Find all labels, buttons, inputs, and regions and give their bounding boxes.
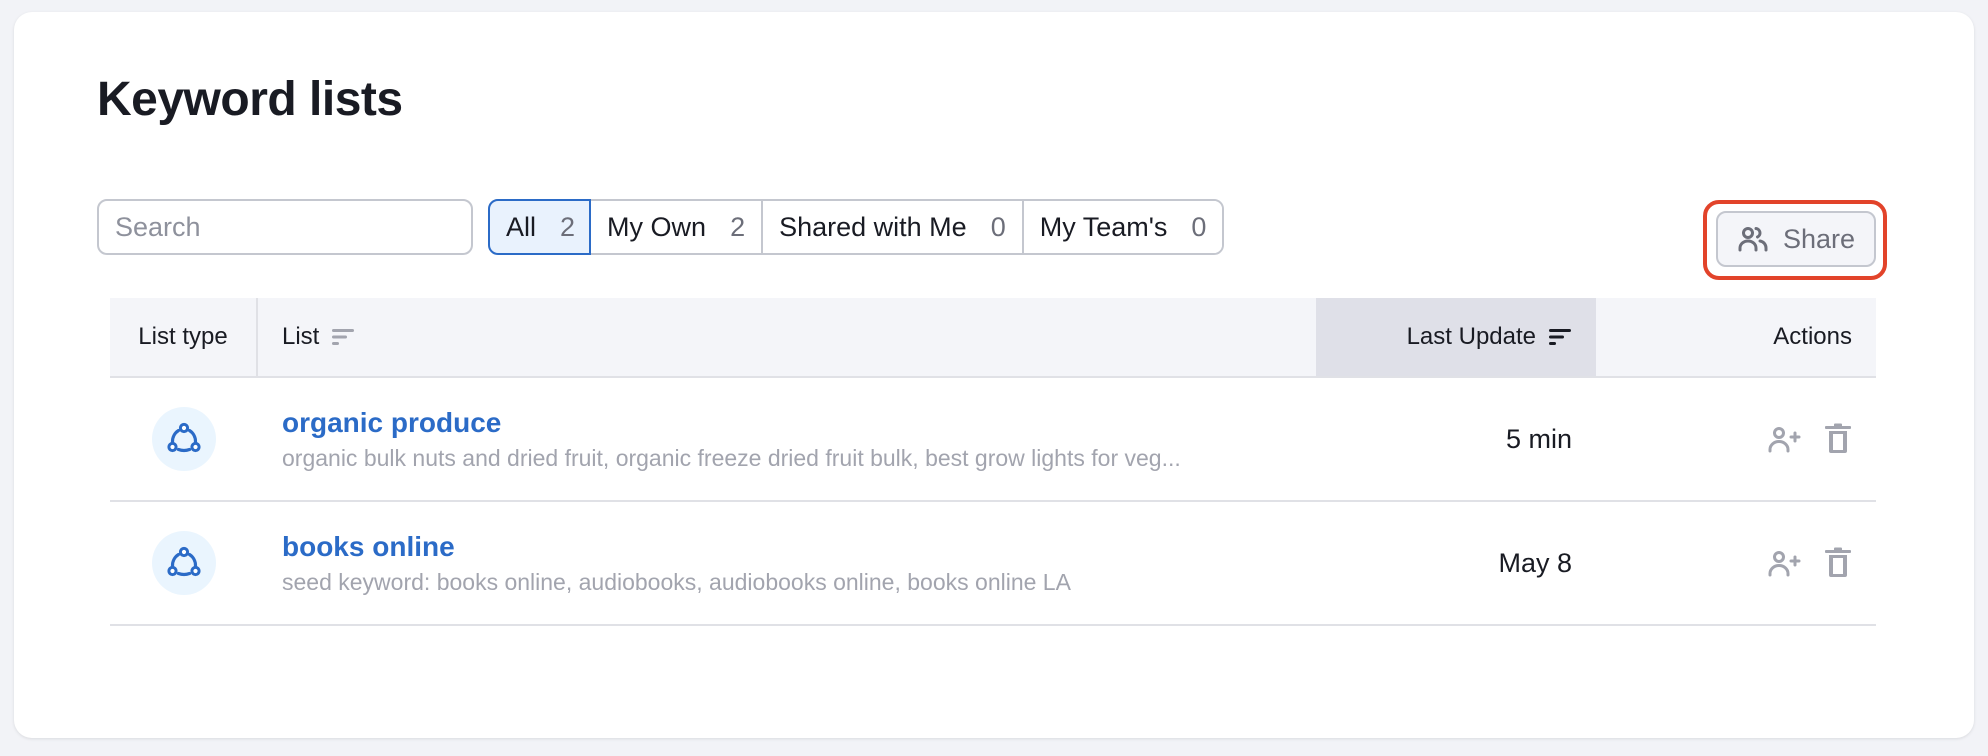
tab-count: 0 bbox=[990, 211, 1006, 242]
column-label: List bbox=[282, 323, 320, 350]
trash-icon bbox=[1825, 423, 1851, 453]
column-label: Last Update bbox=[1406, 323, 1536, 350]
tab-my-own[interactable]: My Own 2 bbox=[591, 201, 762, 253]
sort-icon bbox=[332, 329, 355, 345]
share-network-icon bbox=[167, 422, 201, 453]
actions-cell bbox=[1596, 547, 1876, 579]
share-list-button[interactable] bbox=[1768, 549, 1802, 577]
filter-tabs: All 2 My Own 2 Shared with Me 0 My Team'… bbox=[488, 199, 1225, 255]
tab-count: 2 bbox=[730, 211, 746, 242]
sort-descending-icon bbox=[1549, 329, 1571, 345]
tab-count: 0 bbox=[1191, 211, 1207, 242]
add-user-icon bbox=[1768, 427, 1801, 453]
tab-my-teams[interactable]: My Team's 0 bbox=[1021, 201, 1223, 253]
list-type-cell bbox=[110, 531, 258, 595]
delete-list-button[interactable] bbox=[1824, 547, 1852, 579]
tab-count: 2 bbox=[560, 211, 576, 242]
column-header-last-update[interactable]: Last Update bbox=[1316, 298, 1596, 376]
table-row: organic produce organic bulk nuts and dr… bbox=[110, 378, 1876, 502]
last-update-cell: 5 min bbox=[1505, 423, 1572, 454]
list-description: seed keyword: books online, audiobooks, … bbox=[282, 568, 1071, 595]
list-name-link[interactable]: books online bbox=[282, 531, 455, 563]
tab-label: My Own bbox=[607, 211, 707, 242]
tab-shared-with-me[interactable]: Shared with Me 0 bbox=[761, 201, 1022, 253]
tab-label: All bbox=[506, 211, 537, 242]
list-cell: books online seed keyword: books online,… bbox=[258, 531, 1316, 596]
page-title: Keyword lists bbox=[97, 73, 403, 126]
list-cell: organic produce organic bulk nuts and dr… bbox=[258, 407, 1316, 472]
delete-list-button[interactable] bbox=[1824, 423, 1852, 455]
table-header: List type List Last Update Actions bbox=[110, 298, 1876, 378]
users-icon bbox=[1738, 227, 1768, 252]
tab-label: My Team's bbox=[1039, 211, 1168, 242]
list-description: organic bulk nuts and dried fruit, organ… bbox=[282, 444, 1181, 471]
list-type-badge bbox=[152, 407, 216, 471]
list-type-cell bbox=[110, 407, 258, 471]
share-button[interactable]: Share bbox=[1716, 211, 1876, 267]
search-input[interactable] bbox=[99, 201, 471, 253]
trash-icon bbox=[1825, 547, 1851, 577]
keyword-lists-table: List type List Last Update Actions organ… bbox=[110, 298, 1876, 626]
column-label: List type bbox=[138, 323, 228, 350]
tab-all[interactable]: All 2 bbox=[488, 199, 592, 255]
share-network-icon bbox=[167, 546, 201, 577]
search-box bbox=[97, 199, 473, 255]
column-label: Actions bbox=[1773, 323, 1852, 350]
tab-label: Shared with Me bbox=[779, 211, 967, 242]
column-header-actions: Actions bbox=[1596, 298, 1876, 376]
share-list-button[interactable] bbox=[1768, 425, 1802, 453]
list-name-link[interactable]: organic produce bbox=[282, 407, 501, 439]
last-update-cell: May 8 bbox=[1498, 547, 1572, 578]
share-label: Share bbox=[1782, 223, 1856, 254]
column-header-list-type: List type bbox=[110, 298, 258, 376]
list-type-badge bbox=[152, 531, 216, 595]
column-header-list[interactable]: List bbox=[258, 298, 1316, 376]
add-user-icon bbox=[1768, 551, 1801, 577]
actions-cell bbox=[1596, 423, 1876, 455]
table-row: books online seed keyword: books online,… bbox=[110, 502, 1876, 626]
